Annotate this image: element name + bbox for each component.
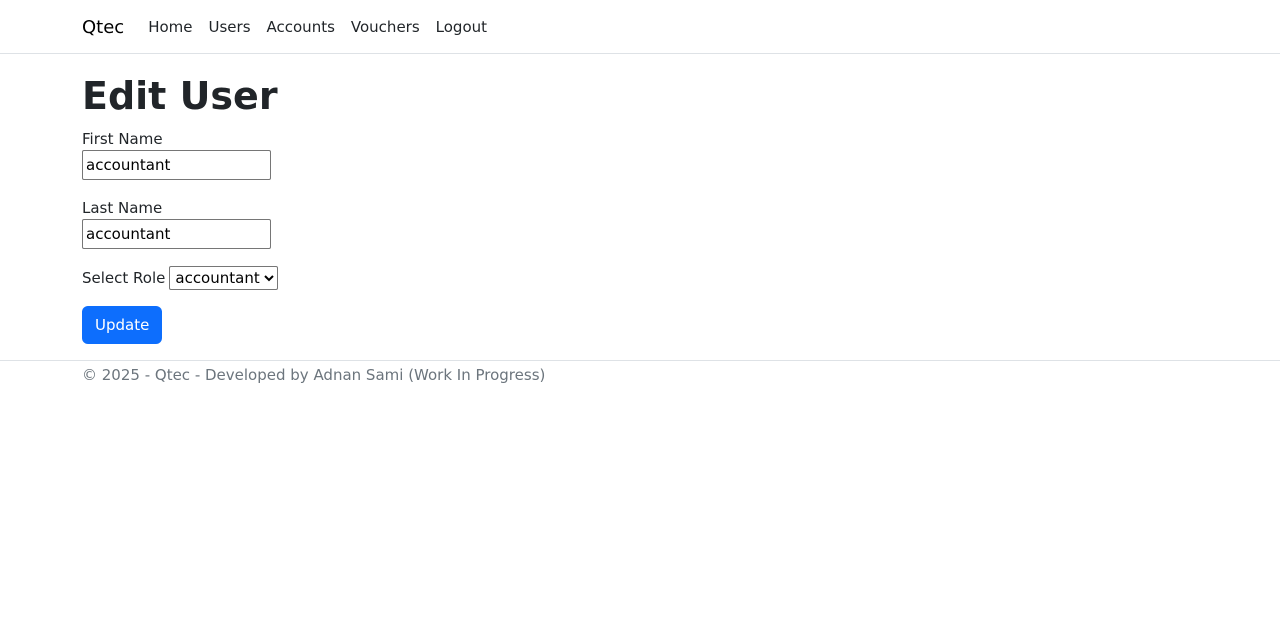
nav-links: Home Users Accounts Vouchers Logout [148, 18, 503, 36]
nav-link-vouchers[interactable]: Vouchers [351, 18, 420, 36]
brand-link[interactable]: Qtec [82, 17, 124, 38]
nav-link-home[interactable]: Home [148, 18, 192, 36]
edit-user-form: First Name Last Name Select Role account… [82, 130, 1280, 344]
page-title: Edit User [82, 74, 278, 118]
role-select[interactable]: accountant [169, 266, 279, 290]
nav-link-accounts[interactable]: Accounts [267, 18, 335, 36]
nav-link-users[interactable]: Users [209, 18, 251, 36]
role-group: Select Role accountant [82, 266, 1280, 290]
nav-link-logout[interactable]: Logout [436, 18, 487, 36]
footer-text: © 2025 - Qtec - Developed by Adnan Sami … [82, 366, 546, 384]
first-name-group: First Name [82, 130, 1280, 180]
update-button[interactable]: Update [82, 306, 163, 344]
first-name-input[interactable] [82, 150, 271, 180]
last-name-label: Last Name [82, 199, 163, 217]
last-name-input[interactable] [82, 219, 271, 249]
first-name-label: First Name [82, 130, 163, 148]
page-footer: © 2025 - Qtec - Developed by Adnan Sami … [0, 360, 1280, 385]
top-navbar: Qtec Home Users Accounts Vouchers Logout [0, 0, 1280, 54]
main-content: Edit User First Name Last Name Select Ro… [0, 74, 1280, 344]
role-label: Select Role [82, 269, 166, 287]
last-name-group: Last Name [82, 199, 1280, 249]
